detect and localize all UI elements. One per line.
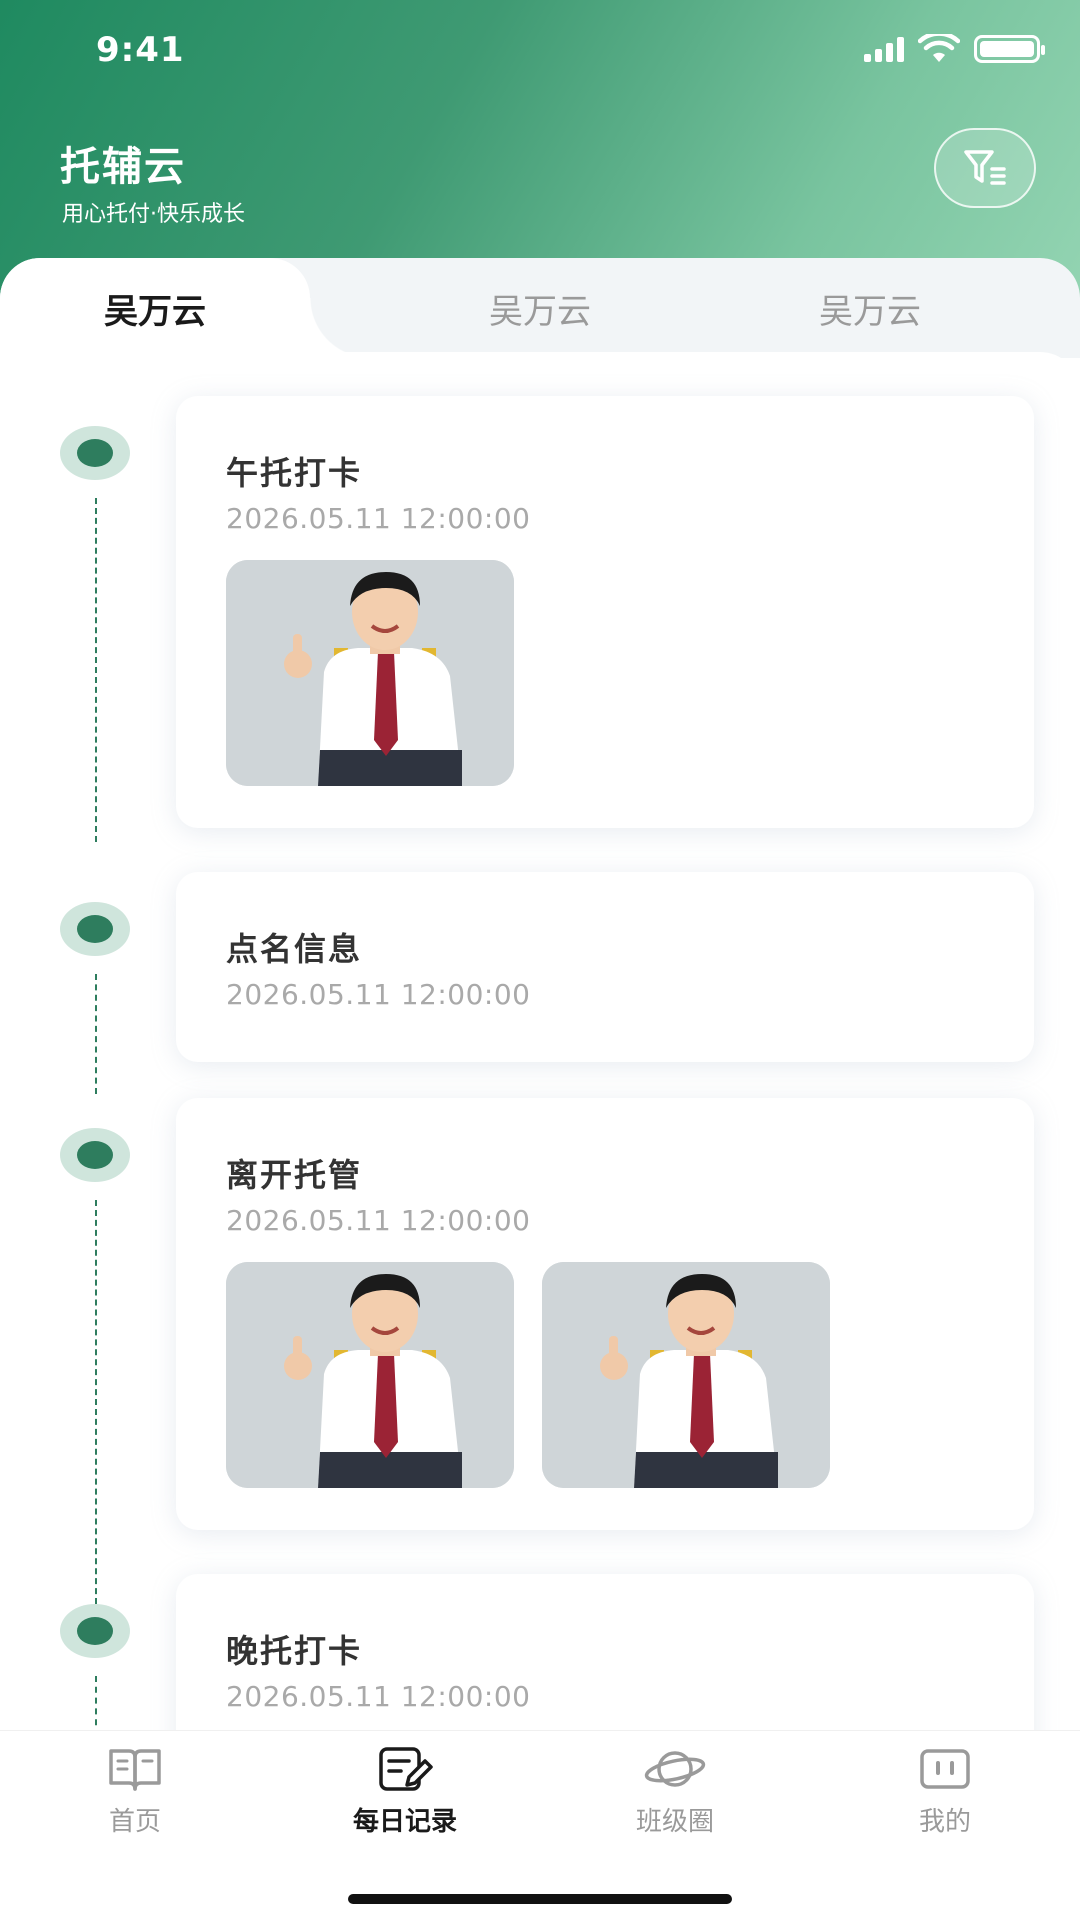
book-icon [109,1749,161,1791]
student-photo [542,1262,830,1488]
status-bar: 9:41 [0,0,1080,100]
planet-icon [644,1751,706,1787]
tab-student-1[interactable]: 吴万云 [0,258,370,358]
student-photo [226,560,514,786]
nav-class-circle[interactable]: 班级圈 [575,1745,775,1855]
timeline-dot [60,1604,130,1658]
timeline-content: 午托打卡 2026.05.11 12:00:00 点名信息 2026.05.11 [0,352,1080,1732]
timeline-line [95,1200,97,1614]
edit-note-icon [379,1747,433,1791]
tab-student-2[interactable]: 吴万云 [380,258,700,358]
record-time: 2026.05.11 12:00:00 [226,1680,531,1713]
timeline-line [95,498,97,842]
timeline-dot [60,902,130,956]
record-card[interactable]: 午托打卡 2026.05.11 12:00:00 [176,396,1034,828]
record-time: 2026.05.11 12:00:00 [226,1204,531,1237]
status-icons [864,34,1045,64]
app-subtitle: 用心托付·快乐成长 [62,202,245,227]
cellular-signal-icon [864,36,904,62]
home-indicator[interactable] [348,1894,732,1904]
record-photo[interactable] [226,1262,514,1488]
nav-home-label: 首页 [108,1807,161,1837]
student-tabs: 吴万云 吴万云 吴万云 [0,258,1080,358]
nav-profile-label: 我的 [918,1807,971,1837]
nav-class-circle-label: 班级圈 [635,1807,714,1837]
filter-button[interactable] [934,128,1036,208]
record-title: 点名信息 [226,930,363,968]
status-time: 9:41 [96,30,185,70]
timeline-dot [60,426,130,480]
bottom-nav: 首页 每日记录 班级圈 我的 [0,1730,1080,1920]
filter-icon [964,150,1006,185]
record-title: 午托打卡 [226,454,363,492]
tab-student-3[interactable]: 吴万云 [720,258,1020,358]
record-time: 2026.05.11 12:00:00 [226,502,531,535]
app-title: 托辅云 [60,144,186,190]
record-title: 离开托管 [226,1156,363,1194]
nav-profile[interactable]: 我的 [845,1745,1045,1855]
timeline-line [95,1676,97,1732]
profile-icon [920,1749,970,1789]
timeline-dot [60,1128,130,1182]
record-card[interactable]: 离开托管 2026.05.11 12:00:00 [176,1098,1034,1530]
nav-daily-record-label: 每日记录 [352,1807,457,1837]
timeline-line [95,974,97,1094]
nav-home[interactable]: 首页 [35,1745,235,1855]
wifi-icon [918,34,960,62]
record-card[interactable]: 点名信息 2026.05.11 12:00:00 [176,872,1034,1062]
record-photo[interactable] [226,560,514,786]
battery-icon [974,35,1045,63]
record-time: 2026.05.11 12:00:00 [226,978,531,1011]
app-header: 9:41 托辅云 用心托付·快乐成长 [0,0,1080,300]
record-card[interactable]: 晚托打卡 2026.05.11 12:00:00 [176,1574,1034,1732]
nav-daily-record[interactable]: 每日记录 [305,1745,505,1855]
student-photo [226,1262,514,1488]
record-photo[interactable] [542,1262,830,1488]
record-title: 晚托打卡 [226,1632,363,1670]
